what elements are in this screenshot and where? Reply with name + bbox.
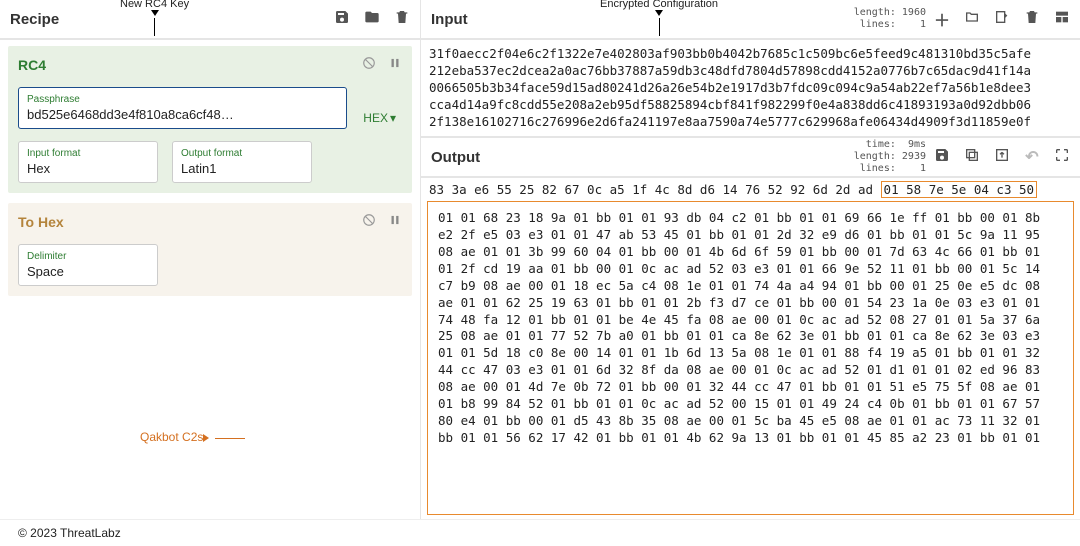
undo-icon[interactable]: ↶: [1024, 147, 1040, 167]
folder-icon[interactable]: [364, 9, 380, 30]
input-header: Input length: 1960 lines: 1 ＋: [421, 0, 1080, 40]
op-rc4-title: RC4: [18, 57, 46, 73]
output-format-value: Latin1: [181, 161, 303, 176]
annotation-rc4-key: New RC4 Key: [120, 0, 189, 36]
move-output-icon[interactable]: [994, 147, 1010, 168]
clear-input-icon[interactable]: [1024, 9, 1040, 30]
input-format-field[interactable]: Input format Hex: [18, 141, 158, 183]
input-hexdump[interactable]: 31f0aecc2f04e6c2f1322e7e402803af903bb0b4…: [421, 40, 1080, 136]
recipe-header: Recipe: [0, 0, 420, 40]
output-c2-box: 01 01 68 23 18 9a 01 bb 01 01 93 db 04 c…: [427, 201, 1074, 515]
add-tab-icon[interactable]: ＋: [934, 7, 950, 31]
open-file-icon[interactable]: [994, 9, 1010, 30]
output-meta: time: 9ms length: 2939 lines: 1: [854, 139, 926, 175]
copyright: © 2023 ThreatLabz: [18, 526, 121, 540]
chevron-down-icon: ▾: [390, 111, 396, 125]
fullscreen-icon[interactable]: [1054, 147, 1070, 168]
disable-icon[interactable]: [362, 213, 376, 230]
output-header: Output time: 9ms length: 2939 lines: 1 ↶: [421, 138, 1080, 178]
delimiter-field[interactable]: Delimiter Space: [18, 244, 158, 286]
input-format-value: Hex: [27, 161, 149, 176]
delimiter-label: Delimiter: [27, 251, 149, 262]
c2-start-highlight: 01 58 7e 5e 04 c3 50: [881, 181, 1038, 198]
op-rc4: RC4 Passphrase bd525e6468dd3e4f810a8ca6c…: [8, 46, 412, 193]
annotation-qakbot-c2s: Qakbot C2s: [140, 430, 245, 444]
output-format-field[interactable]: Output format Latin1: [172, 141, 312, 183]
annotation-encrypted-config: Encrypted Configuration: [600, 0, 718, 36]
passphrase-label: Passphrase: [27, 94, 338, 105]
input-title: Input: [431, 11, 468, 28]
save-output-icon[interactable]: [934, 147, 950, 168]
op-tohex: To Hex Delimiter Space: [8, 203, 412, 296]
output-format-label: Output format: [181, 148, 303, 159]
input-meta: length: 1960 lines: 1: [854, 7, 926, 31]
save-icon[interactable]: [334, 9, 350, 30]
output-first-line[interactable]: 83 3a e6 55 25 82 67 0c a5 1f 4c 8d d6 1…: [421, 178, 1080, 199]
recipe-title: Recipe: [10, 11, 59, 28]
output-title: Output: [431, 149, 480, 166]
layout-icon[interactable]: [1054, 9, 1070, 30]
passphrase-type-dropdown[interactable]: HEX▾: [357, 107, 402, 129]
input-format-label: Input format: [27, 148, 149, 159]
open-folder-icon[interactable]: [964, 9, 980, 30]
op-tohex-title: To Hex: [18, 214, 64, 230]
delimiter-value: Space: [27, 264, 149, 279]
pause-icon[interactable]: [388, 56, 402, 73]
passphrase-field[interactable]: Passphrase bd525e6468dd3e4f810a8ca6cf48…: [18, 87, 347, 129]
passphrase-value: bd525e6468dd3e4f810a8ca6cf48…: [27, 107, 338, 122]
pause-icon[interactable]: [388, 213, 402, 230]
output-hexdump[interactable]: 01 01 68 23 18 9a 01 bb 01 01 93 db 04 c…: [430, 204, 1071, 452]
copy-output-icon[interactable]: [964, 147, 980, 168]
disable-icon[interactable]: [362, 56, 376, 73]
trash-icon[interactable]: [394, 9, 410, 30]
